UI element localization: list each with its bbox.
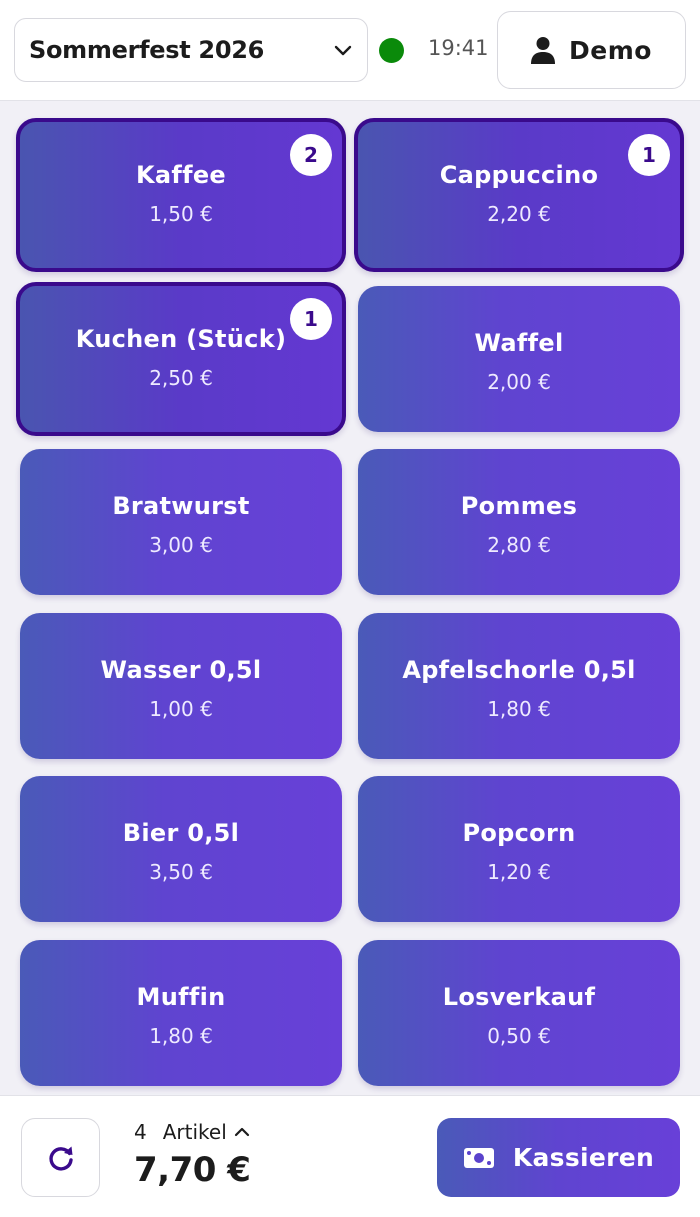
product-tile[interactable]: Bier 0,5l 3,50 € xyxy=(20,776,342,922)
product-price: 1,80 € xyxy=(149,1024,213,1048)
product-name: Wasser 0,5l xyxy=(100,656,262,684)
checkout-button[interactable]: Kassieren xyxy=(437,1118,680,1197)
product-tile[interactable]: Kuchen (Stück) 2,50 €1 xyxy=(16,282,346,436)
product-price: 2,20 € xyxy=(487,202,551,226)
product-price: 3,50 € xyxy=(149,860,213,884)
product-tile[interactable]: Losverkauf 0,50 € xyxy=(358,940,680,1086)
product-name: Apfelschorle 0,5l xyxy=(402,656,636,684)
product-price: 2,00 € xyxy=(487,370,551,394)
product-tile[interactable]: Cappuccino 2,20 €1 xyxy=(354,118,684,272)
product-tile[interactable]: Pommes 2,80 € xyxy=(358,449,680,595)
cart-bar: 4 Artikel 7,70 € Kassieren xyxy=(0,1095,700,1217)
product-name: Popcorn xyxy=(462,819,576,847)
cart-count-line: 4 Artikel xyxy=(134,1120,251,1144)
product-name: Waffel xyxy=(474,329,564,357)
quantity-badge: 2 xyxy=(290,134,332,176)
user-name: Demo xyxy=(569,35,652,65)
chevron-up-icon[interactable] xyxy=(233,1123,251,1141)
cash-icon xyxy=(463,1147,494,1168)
product-price: 2,80 € xyxy=(487,533,551,557)
product-price: 2,50 € xyxy=(149,366,213,390)
cart-summary[interactable]: 4 Artikel 7,70 € xyxy=(134,1120,251,1190)
product-price: 3,00 € xyxy=(149,533,213,557)
product-price: 1,50 € xyxy=(149,202,213,226)
product-price: 1,00 € xyxy=(149,697,213,721)
cart-total: 7,70 € xyxy=(134,1150,251,1190)
product-tile[interactable]: Bratwurst 3,00 € xyxy=(20,449,342,595)
user-button[interactable]: Demo xyxy=(497,11,686,89)
clock: 19:41 xyxy=(428,36,489,60)
refresh-icon xyxy=(48,1146,73,1171)
product-name: Bier 0,5l xyxy=(122,819,240,847)
product-tile[interactable]: Muffin 1,80 € xyxy=(20,940,342,1086)
event-select-value: Sommerfest 2026 xyxy=(29,36,265,64)
product-tile[interactable]: Waffel 2,00 € xyxy=(358,286,680,432)
product-price: 1,80 € xyxy=(487,697,551,721)
product-tile[interactable]: Popcorn 1,20 € xyxy=(358,776,680,922)
product-name: Losverkauf xyxy=(442,983,596,1011)
checkout-label: Kassieren xyxy=(512,1143,655,1172)
product-price: 1,20 € xyxy=(487,860,551,884)
cart-item-count: 4 xyxy=(134,1120,147,1144)
quantity-badge: 1 xyxy=(290,298,332,340)
chevron-down-icon xyxy=(334,45,352,56)
product-tile[interactable]: Kaffee 1,50 €2 xyxy=(16,118,346,272)
event-select[interactable]: Sommerfest 2026 xyxy=(14,18,368,82)
connection-status-indicator xyxy=(379,38,404,63)
top-bar: Sommerfest 2026 19:41 Demo xyxy=(0,0,700,101)
user-icon xyxy=(531,37,556,64)
product-price: 0,50 € xyxy=(487,1024,551,1048)
cart-item-label: Artikel xyxy=(162,1120,227,1144)
product-name: Bratwurst xyxy=(112,492,250,520)
product-tile[interactable]: Wasser 0,5l 1,00 € xyxy=(20,613,342,759)
refresh-button[interactable] xyxy=(21,1118,100,1197)
product-tile[interactable]: Apfelschorle 0,5l 1,80 € xyxy=(358,613,680,759)
quantity-badge: 1 xyxy=(628,134,670,176)
product-name: Pommes xyxy=(460,492,578,520)
product-name: Muffin xyxy=(136,983,226,1011)
